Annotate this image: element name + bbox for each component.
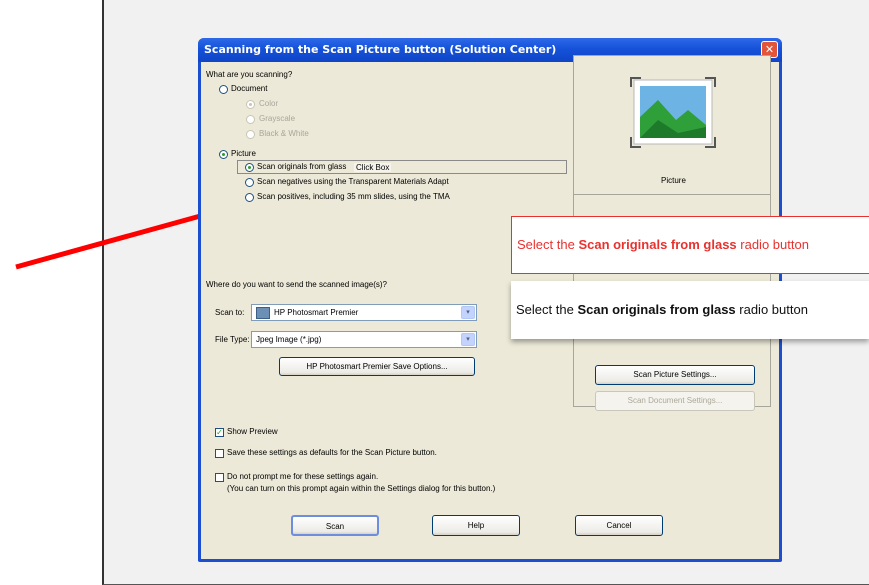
caption-red-suffix: radio button xyxy=(736,237,809,252)
question-label: What are you scanning? xyxy=(206,70,293,79)
caption-red: Select the Scan originals from glass rad… xyxy=(511,216,869,274)
chevron-down-icon[interactable]: ▾ xyxy=(461,333,475,346)
preview-panel: Picture xyxy=(573,55,771,195)
save-defaults-label: Save these settings as defaults for the … xyxy=(227,448,437,457)
scan-positives-radio[interactable] xyxy=(245,193,254,202)
scan-to-value: HP Photosmart Premier xyxy=(274,308,359,317)
dialog-title: Scanning from the Scan Picture button (S… xyxy=(204,43,557,56)
picture-preview-icon xyxy=(630,77,716,148)
scan-originals-label: Scan originals from glass xyxy=(257,162,347,171)
scan-to-select[interactable]: HP Photosmart Premier ▾ xyxy=(251,304,477,321)
file-type-select[interactable]: Jpeg Image (*.jpg) ▾ xyxy=(251,331,477,348)
save-options-button[interactable]: HP Photosmart Premier Save Options... xyxy=(279,357,475,376)
caption-black-suffix: radio button xyxy=(735,302,808,317)
scan-originals-radio[interactable] xyxy=(245,163,254,172)
bw-label: Black & White xyxy=(259,129,309,138)
show-preview-checkbox[interactable]: ✓ xyxy=(215,428,224,437)
color-label: Color xyxy=(259,99,279,108)
caption-red-prefix: Select the xyxy=(517,237,579,252)
save-defaults-checkbox[interactable] xyxy=(215,449,224,458)
caption-red-bold: Scan originals from glass xyxy=(578,237,737,252)
cancel-button[interactable]: Cancel xyxy=(575,515,663,536)
caption-black: Select the Scan originals from glass rad… xyxy=(511,281,869,339)
scan-to-label: Scan to: xyxy=(215,308,245,317)
color-radio[interactable] xyxy=(246,100,255,109)
click-box-label: Click Box xyxy=(354,163,392,172)
picture-radio[interactable] xyxy=(219,150,228,159)
no-prompt-checkbox[interactable] xyxy=(215,473,224,482)
caption-black-prefix: Select the xyxy=(516,302,578,317)
grayscale-label: Grayscale xyxy=(259,114,296,123)
scan-positives-label: Scan positives, including 35 mm slides, … xyxy=(257,192,450,201)
document-radio[interactable] xyxy=(219,85,228,94)
grayscale-radio[interactable] xyxy=(246,115,255,124)
bw-radio[interactable] xyxy=(246,130,255,139)
picture-label: Picture xyxy=(231,149,256,158)
no-prompt-label: Do not prompt me for these settings agai… xyxy=(227,472,379,481)
photosmart-icon xyxy=(256,306,270,319)
send-question-label: Where do you want to send the scanned im… xyxy=(206,280,387,289)
scan-picture-settings-button[interactable]: Scan Picture Settings... xyxy=(595,365,755,385)
scan-negatives-label: Scan negatives using the Transparent Mat… xyxy=(257,177,449,186)
help-button[interactable]: Help xyxy=(432,515,520,536)
scan-document-settings-button[interactable]: Scan Document Settings... xyxy=(595,391,755,411)
no-prompt-note: (You can turn on this prompt again withi… xyxy=(227,484,496,493)
file-type-value: Jpeg Image (*.jpg) xyxy=(256,335,322,344)
document-label: Document xyxy=(231,84,268,93)
preview-caption: Picture xyxy=(661,176,686,185)
scan-negatives-radio[interactable] xyxy=(245,178,254,187)
file-type-label: File Type: xyxy=(215,335,250,344)
show-preview-label: Show Preview xyxy=(227,427,278,436)
scan-button[interactable]: Scan xyxy=(291,515,379,536)
chevron-down-icon[interactable]: ▾ xyxy=(461,306,475,319)
caption-black-bold: Scan originals from glass xyxy=(577,302,736,317)
